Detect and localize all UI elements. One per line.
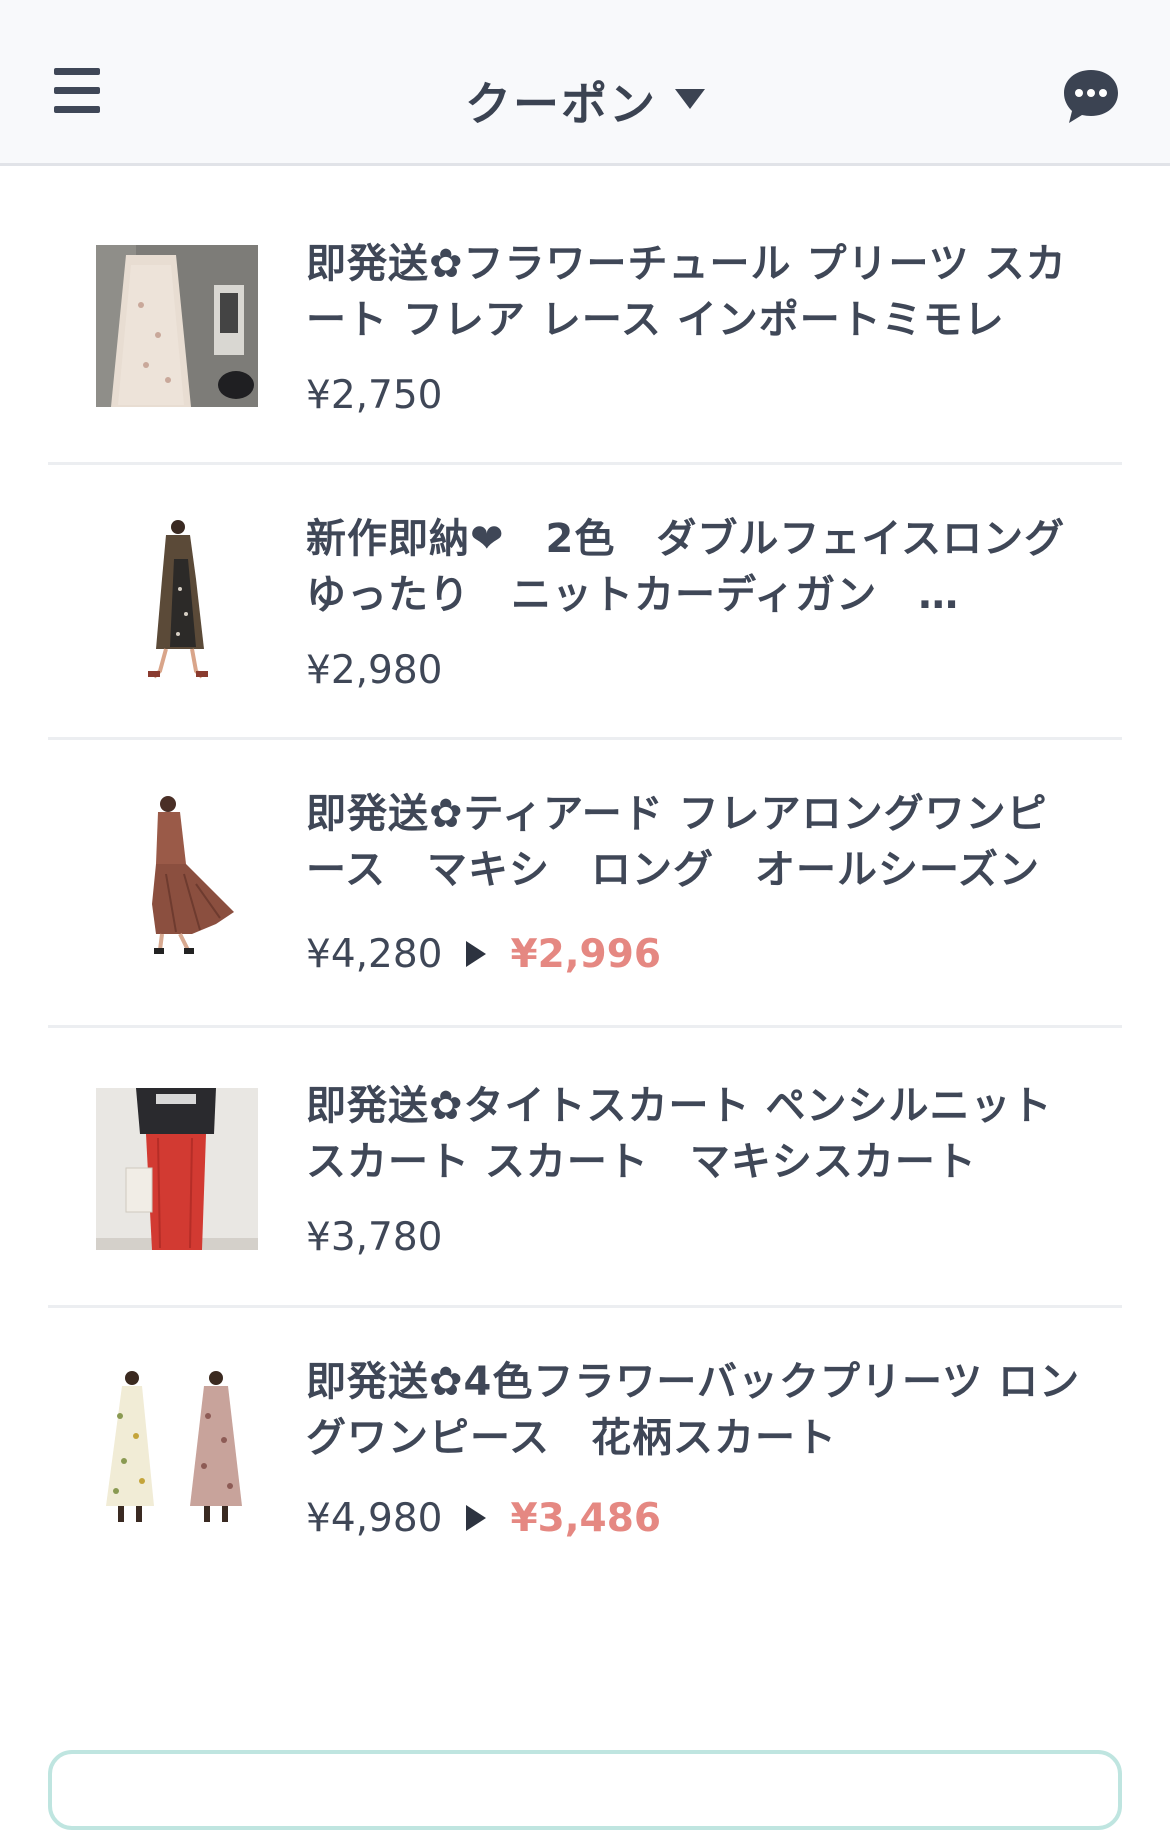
product-price: ¥4,980 — [306, 1495, 443, 1541]
product-price: ¥2,980 — [306, 647, 443, 693]
price-row: ¥2,980 — [306, 645, 442, 695]
product-image — [96, 794, 258, 956]
price-row: ¥3,780 — [306, 1212, 442, 1262]
bottom-action-button[interactable] — [48, 1750, 1122, 1830]
product-image — [96, 519, 258, 681]
product-item[interactable]: 即発送✿ティアード フレアロングワンピース マキシ ロング オールシーズン ¥4… — [48, 740, 1122, 1028]
product-price: ¥2,750 — [306, 372, 443, 418]
product-item[interactable]: 即発送✿フラワーチュール プリーツ スカート フレア レース インポートミモレ … — [48, 166, 1122, 465]
chat-bubble-icon[interactable] — [1060, 66, 1122, 128]
product-name: 即発送✿タイトスカート ペンシルニット スカート スカート マキシスカート — [306, 1083, 1068, 1185]
product-item[interactable]: 新作即納❤ 2色 ダブルフェイスロング ゆったり ニットカーディガン … ¥2,… — [48, 465, 1122, 740]
product-item[interactable]: 即発送✿4色フラワーバックプリーツ ロングワンピース 花柄スカート ¥4,980… — [48, 1308, 1122, 1590]
arrow-right-icon — [466, 1505, 487, 1531]
product-item[interactable]: 即発送✿タイトスカート ペンシルニット スカート スカート マキシスカート ¥3… — [48, 1028, 1122, 1308]
product-image — [96, 1088, 258, 1250]
product-name: 新作即納❤ 2色 ダブルフェイスロング ゆったり ニットカーディガン … — [306, 516, 1066, 618]
product-price: ¥3,780 — [306, 1214, 443, 1260]
arrow-right-icon — [466, 941, 487, 967]
product-sale-price: ¥3,486 — [510, 1495, 661, 1541]
product-name: 即発送✿フラワーチュール プリーツ スカート フレア レース インポートミモレ — [306, 241, 1067, 343]
price-row: ¥2,750 — [306, 370, 442, 420]
product-name: 即発送✿ティアード フレアロングワンピース マキシ ロング オールシーズン — [306, 791, 1048, 893]
price-row: ¥4,980 ¥3,486 — [306, 1493, 661, 1543]
app-header: クーポン — [0, 0, 1170, 166]
caret-down-icon — [675, 89, 705, 109]
price-row: ¥4,280 ¥2,996 — [306, 929, 661, 979]
product-price: ¥4,280 — [306, 931, 443, 977]
product-sale-price: ¥2,996 — [510, 931, 661, 977]
product-image — [96, 245, 258, 407]
product-image — [96, 1366, 258, 1528]
product-name: 即発送✿4色フラワーバックプリーツ ロングワンピース 花柄スカート — [306, 1359, 1081, 1461]
coupon-dropdown[interactable]: クーポン — [0, 68, 1170, 134]
page-title: クーポン — [465, 77, 657, 131]
